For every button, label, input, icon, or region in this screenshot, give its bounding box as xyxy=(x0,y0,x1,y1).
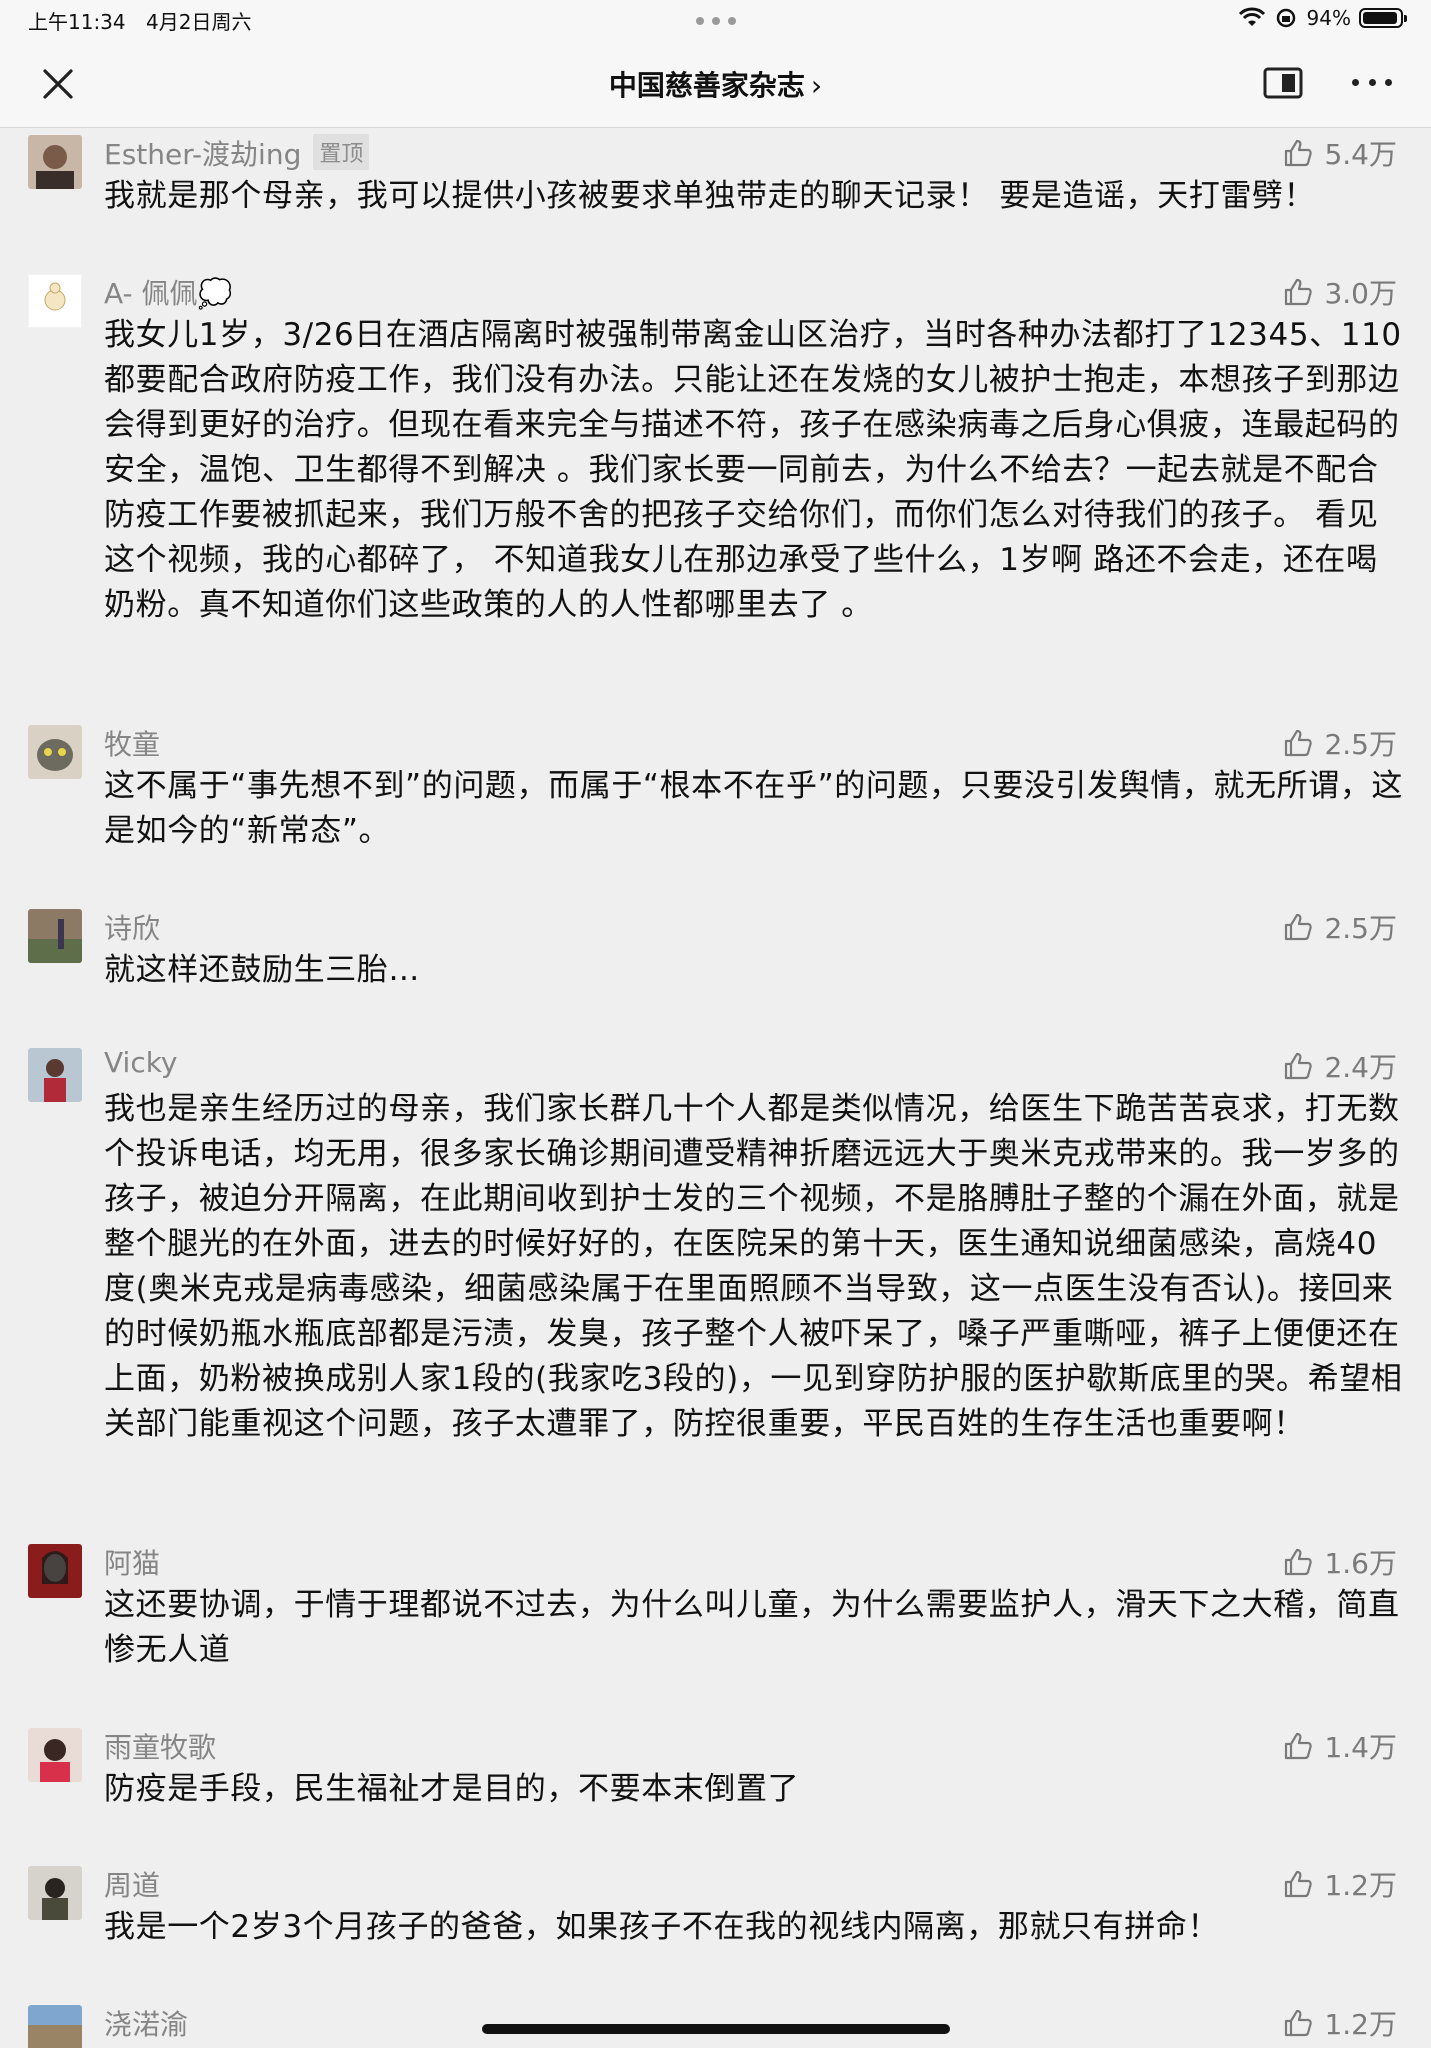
like-button[interactable]: 2.5万 xyxy=(1282,907,1397,947)
status-indicators: 94% xyxy=(1238,6,1407,30)
account-name: 中国慈善家杂志 xyxy=(608,69,805,102)
like-count: 2.4万 xyxy=(1324,1051,1397,1084)
author-name: 诗欣 xyxy=(104,912,161,945)
author-name: 牧童 xyxy=(104,728,161,761)
thumbs-up-icon xyxy=(1285,1870,1313,1898)
comment-text: 防疫是手段，民生福祉才是目的，不要本末倒置了 xyxy=(104,1771,800,1807)
like-count: 1.6万 xyxy=(1324,1547,1397,1580)
thumbs-up-icon xyxy=(1285,913,1313,941)
more-options-icon[interactable] xyxy=(1352,76,1392,90)
chevron-right-icon: › xyxy=(810,69,823,102)
author-name: A- 佩佩💭 xyxy=(104,277,233,310)
multitask-dots-icon[interactable] xyxy=(696,17,736,25)
comment-author: Esther-渡劫ing 置顶 xyxy=(104,133,370,173)
wifi-icon xyxy=(1238,7,1265,26)
battery-icon xyxy=(1359,8,1407,28)
like-button[interactable]: 1.2万 xyxy=(1282,2003,1397,2043)
status-time: 上午11:34 xyxy=(28,10,126,34)
status-date: 4月2日周六 xyxy=(146,10,252,34)
like-count: 3.0万 xyxy=(1324,277,1397,310)
like-count: 2.5万 xyxy=(1324,912,1397,945)
like-button[interactable]: 3.0万 xyxy=(1282,272,1397,312)
status-time-date: 上午11:34 4月2日周六 xyxy=(28,6,251,35)
comment-text: 就这样还鼓励生三胎… xyxy=(104,952,420,988)
status-bar: 上午11:34 4月2日周六 94% xyxy=(0,0,1431,40)
author-name: Esther-渡劫ing xyxy=(104,138,302,171)
split-view-icon[interactable] xyxy=(1262,64,1304,102)
like-count: 2.5万 xyxy=(1324,728,1397,761)
comment-text: 我就是那个母亲，我可以提供小孩被要求单独带走的聊天记录！ 要是造谣，天打雷劈！ xyxy=(104,178,1316,214)
avatar[interactable] xyxy=(28,909,82,963)
avatar[interactable] xyxy=(28,725,82,779)
pinned-badge: 置顶 xyxy=(313,134,370,170)
battery-percent: 94% xyxy=(1306,6,1351,30)
thumbs-up-icon xyxy=(1285,2009,1313,2037)
comment-text: 我是一个2岁3个月孩子的爸爸，如果孩子不在我的视线内隔离，那就只有拼命！ xyxy=(104,1909,1220,1945)
like-count: 5.4万 xyxy=(1324,138,1397,171)
thumbs-up-icon xyxy=(1285,1732,1313,1760)
page-title[interactable]: 中国慈善家杂志 › xyxy=(0,64,1431,104)
thumbs-up-icon xyxy=(1285,1548,1313,1576)
like-button[interactable]: 2.5万 xyxy=(1282,723,1397,763)
author-name: 阿猫 xyxy=(104,1547,161,1580)
avatar[interactable] xyxy=(28,1728,82,1782)
like-count: 1.4万 xyxy=(1324,1731,1397,1764)
like-button[interactable]: 1.2万 xyxy=(1282,1864,1397,1904)
thumbs-up-icon xyxy=(1285,1052,1313,1080)
comment-text: 这不属于“事先想不到”的问题，而属于“根本不在乎”的问题，只要没引发舆情，就无所… xyxy=(104,768,1404,849)
thumbs-up-icon xyxy=(1285,139,1313,167)
author-name: 浇渃渝 xyxy=(104,2008,189,2041)
avatar[interactable] xyxy=(28,274,82,328)
like-button[interactable]: 5.4万 xyxy=(1282,133,1397,173)
author-name: Vicky xyxy=(104,1046,178,1079)
like-count: 1.2万 xyxy=(1324,1869,1397,1902)
avatar[interactable] xyxy=(28,2005,82,2048)
like-count: 1.2万 xyxy=(1324,2008,1397,2041)
author-name: 雨童牧歌 xyxy=(104,1731,217,1764)
like-button[interactable]: 1.4万 xyxy=(1282,1726,1397,1766)
comment-text: 我也是亲生经历过的母亲，我们家长群几十个人都是类似情况，给医生下跪苦苦哀求，打无… xyxy=(104,1091,1403,1442)
thumbs-up-icon xyxy=(1285,729,1313,757)
avatar[interactable] xyxy=(28,135,82,189)
like-button[interactable]: 2.4万 xyxy=(1282,1046,1397,1086)
author-name: 周道 xyxy=(104,1869,161,1902)
nav-bar: 中国慈善家杂志 › xyxy=(0,40,1431,128)
avatar[interactable] xyxy=(28,1048,82,1102)
home-indicator[interactable] xyxy=(482,2024,950,2034)
comment-text: 这还要协调，于情于理都说不过去，为什么叫儿童，为什么需要监护人，滑天下之大稽，简… xyxy=(104,1587,1400,1668)
avatar[interactable] xyxy=(28,1866,82,1920)
comment-text: 我女儿1岁，3/26日在酒店隔离时被强制带离金山区治疗，当时各种办法都打了123… xyxy=(104,317,1402,623)
orientation-lock-icon xyxy=(1276,8,1295,28)
thumbs-up-icon xyxy=(1285,278,1313,306)
avatar[interactable] xyxy=(28,1544,82,1598)
like-button[interactable]: 1.6万 xyxy=(1282,1542,1397,1582)
